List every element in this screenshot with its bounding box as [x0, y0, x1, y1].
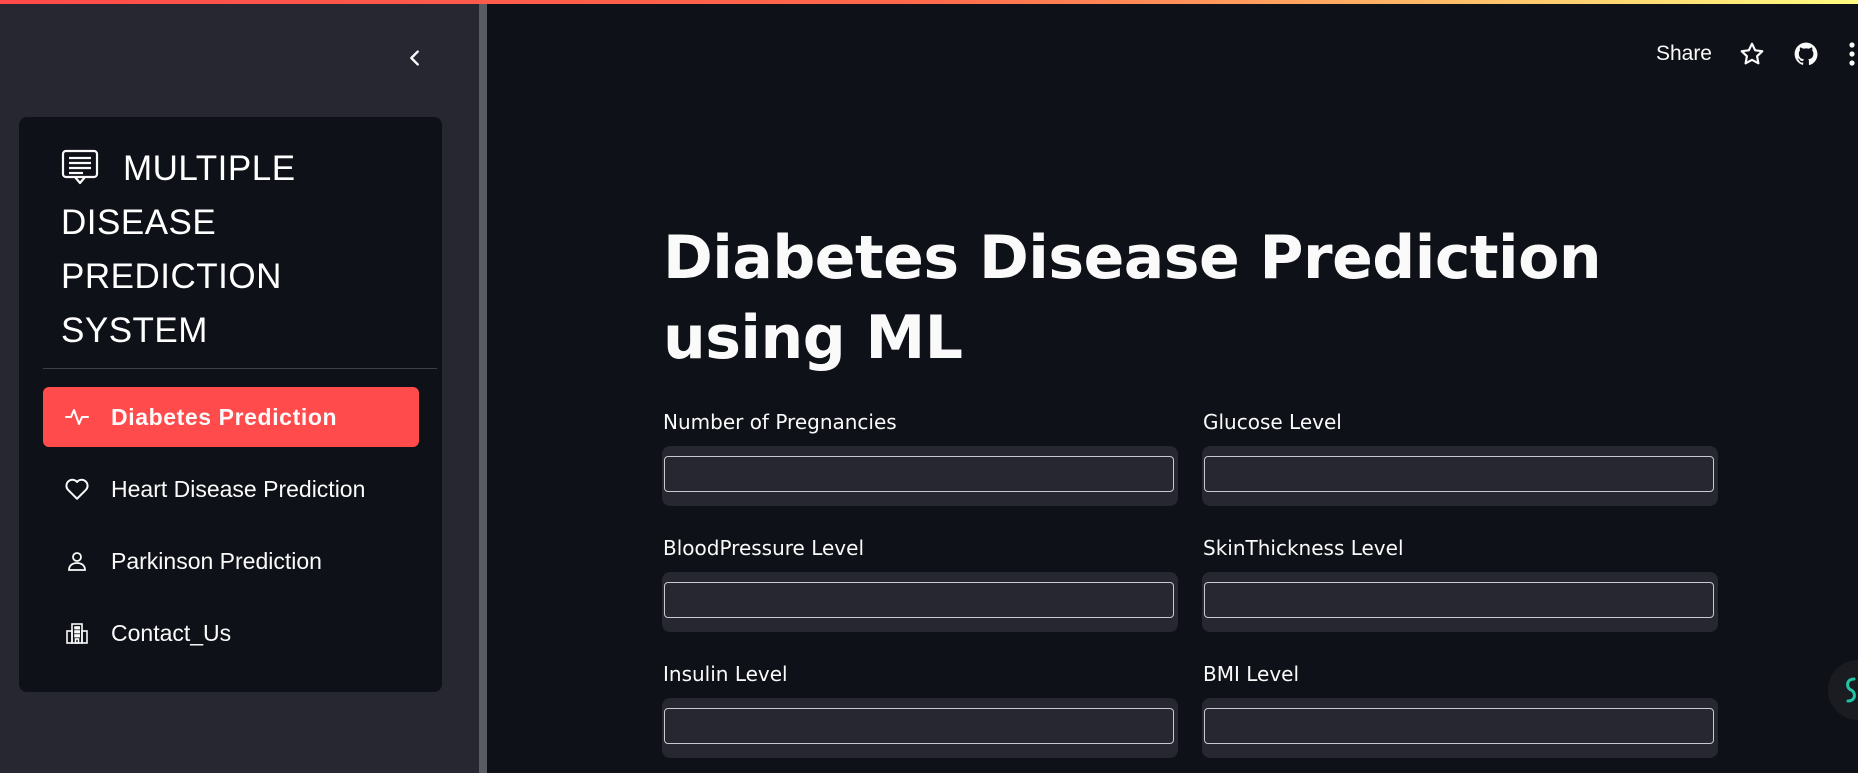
skin-thickness-field-container: [1202, 572, 1718, 632]
star-icon[interactable]: [1738, 40, 1766, 68]
collapse-sidebar-button[interactable]: [395, 38, 435, 78]
github-icon[interactable]: [1792, 40, 1820, 68]
field-label-glucose: Glucose Level: [1203, 410, 1342, 434]
menu-title: MULTIPLE DISEASE PREDICTION SYSTEM: [61, 142, 421, 358]
field-label-bmi: BMI Level: [1203, 662, 1300, 686]
pregnancies-input[interactable]: [664, 456, 1174, 492]
nav-item-label: Diabetes Prediction: [111, 403, 338, 430]
field-label-insulin: Insulin Level: [663, 662, 788, 686]
building-icon: [63, 619, 91, 647]
pregnancies-field-container: [662, 446, 1178, 506]
blood-pressure-input[interactable]: [664, 582, 1174, 618]
nav-item-contact-us[interactable]: Contact_Us: [43, 603, 419, 663]
glucose-field-container: [1202, 446, 1718, 506]
share-button[interactable]: Share: [1656, 42, 1712, 66]
chevron-left-icon: [410, 50, 419, 66]
skin-thickness-input[interactable]: [1204, 582, 1714, 618]
nav-item-heart-disease-prediction[interactable]: Heart Disease Prediction: [43, 459, 419, 519]
blood-pressure-field-container: [662, 572, 1178, 632]
nav-item-label: Parkinson Prediction: [111, 547, 322, 574]
heart-icon: [63, 475, 91, 503]
nav-item-parkinson-prediction[interactable]: Parkinson Prediction: [43, 531, 419, 591]
nav-item-diabetes-prediction[interactable]: Diabetes Prediction: [43, 387, 419, 447]
glucose-input[interactable]: [1204, 456, 1714, 492]
insulin-input[interactable]: [664, 708, 1174, 744]
page-title: Diabetes Disease Prediction using ML: [663, 223, 1602, 373]
activity-icon: [63, 403, 91, 431]
decoration-stripe: [0, 0, 1858, 4]
window-stack-icon: [61, 148, 99, 186]
bmi-field-container: [1202, 698, 1718, 758]
option-menu: MULTIPLE DISEASE PREDICTION SYSTEM Diabe…: [19, 117, 442, 692]
nav-item-label: Contact_Us: [111, 619, 232, 646]
header-toolbar: Share: [1656, 34, 1858, 74]
assistant-icon: [1846, 677, 1856, 703]
insulin-field-container: [662, 698, 1178, 758]
person-icon: [63, 547, 91, 575]
bmi-input[interactable]: [1204, 708, 1714, 744]
field-label-pregnancies: Number of Pregnancies: [663, 410, 897, 434]
sidebar: MULTIPLE DISEASE PREDICTION SYSTEM Diabe…: [0, 0, 480, 773]
menu-divider: [43, 368, 437, 369]
field-label-skin-thickness: SkinThickness Level: [1203, 536, 1404, 560]
more-vertical-icon[interactable]: [1846, 40, 1858, 68]
field-label-blood-pressure: BloodPressure Level: [663, 536, 864, 560]
sidebar-resize-handle[interactable]: [479, 0, 487, 773]
nav-item-label: Heart Disease Prediction: [111, 475, 366, 502]
assistant-bubble[interactable]: [1828, 660, 1858, 720]
